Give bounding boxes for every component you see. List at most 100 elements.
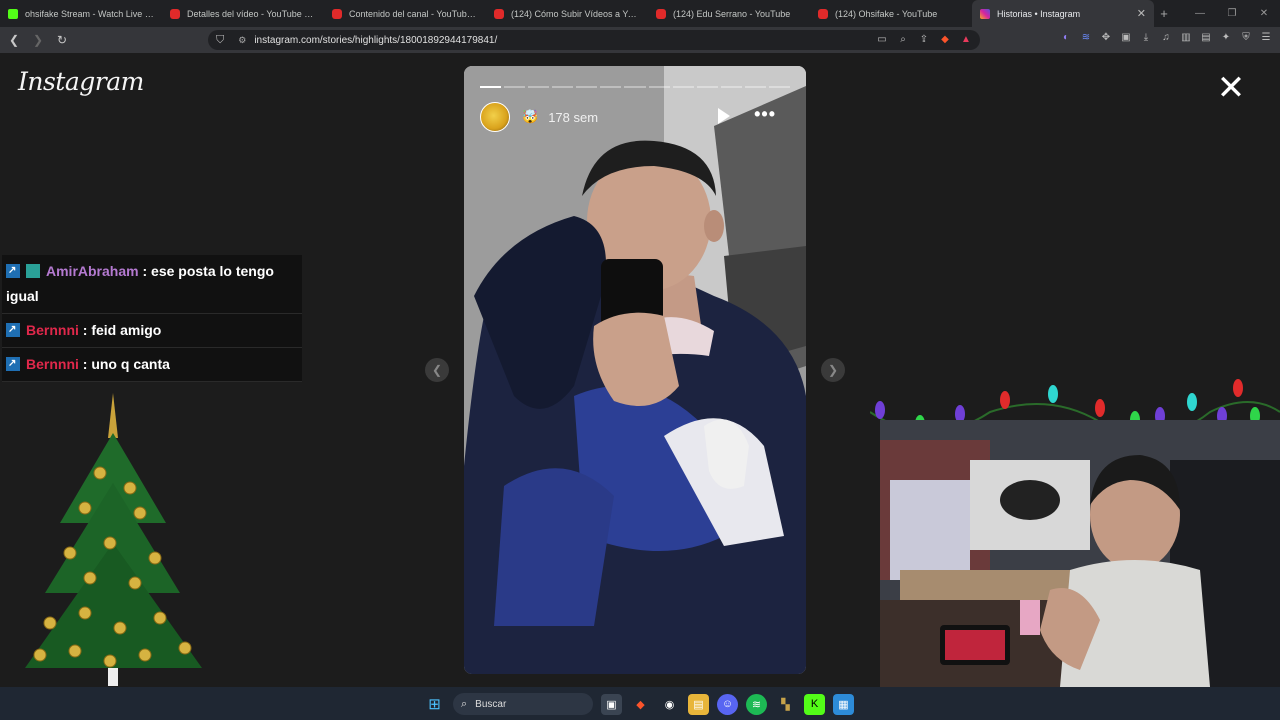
- instagram-logo[interactable]: Instagram: [18, 67, 144, 96]
- tab-edu-serrano[interactable]: (124) Edu Serrano - YouTube: [648, 0, 810, 27]
- brave-shield-icon[interactable]: ◆: [939, 34, 951, 46]
- chat-badge-icon: [6, 317, 20, 342]
- puzzle-icon[interactable]: ✥: [1100, 32, 1112, 44]
- chat-text: : feid amigo: [78, 322, 162, 338]
- extension-icons: ◐ ≋ ✥ ▣ ⤓ ♫ ▥ ▤ ✦ ⛨ ☰: [1060, 32, 1272, 44]
- discord-icon[interactable]: ☺: [717, 693, 738, 715]
- story-progress-segment: [720, 86, 742, 88]
- story-progress-segment: [672, 86, 694, 88]
- taskbar-icons: ⊞ ⌕ Buscar ▣ ◆ ◉ ▤ ☺ ≋ ▚ K ▦: [424, 693, 854, 715]
- close-stories-icon[interactable]: ✕: [1216, 71, 1246, 105]
- close-tab-icon[interactable]: ✕: [1137, 7, 1146, 20]
- windows-start-icon[interactable]: ⊞: [424, 694, 445, 715]
- tab-instagram-stories[interactable]: Historias • Instagram ✕: [972, 0, 1154, 27]
- previous-story-icon[interactable]: ❮: [425, 358, 449, 382]
- tab-title: ohsifake Stream - Watch Live on: [25, 8, 154, 19]
- extension-icon[interactable]: ▣: [1120, 32, 1132, 44]
- download-icon[interactable]: ⤓: [1140, 32, 1152, 44]
- tab-kick-stream[interactable]: ohsifake Stream - Watch Live on: [0, 0, 162, 27]
- zoom-icon[interactable]: ⌕: [897, 34, 909, 46]
- vpn-icon[interactable]: ⛨: [1240, 32, 1252, 44]
- kick-app-icon[interactable]: K: [804, 693, 825, 715]
- chat-text: : uno q canta: [78, 356, 170, 372]
- webcam-overlay: [880, 420, 1280, 687]
- story-progress-segment: [528, 86, 550, 88]
- youtube-icon: [170, 8, 180, 19]
- story-timestamp: 178 sem: [548, 109, 599, 125]
- story-progress-segment: [624, 86, 646, 88]
- url-text: instagram.com/stories/highlights/1800189…: [254, 34, 498, 46]
- reload-icon[interactable]: ↻: [52, 30, 72, 50]
- app-icon[interactable]: ▚: [775, 694, 796, 715]
- story-progress-segment: [552, 86, 574, 88]
- story-progress-segment: [576, 86, 598, 88]
- kick-icon: [8, 8, 18, 19]
- tab-title: (124) Edu Serrano - YouTube: [673, 8, 791, 19]
- tab-title: Historias • Instagram: [997, 8, 1081, 19]
- sidebar-icon[interactable]: ▥: [1180, 32, 1192, 44]
- music-icon[interactable]: ♫: [1160, 32, 1172, 44]
- story-emoji: 🤯: [522, 109, 539, 124]
- forward-icon[interactable]: ❯: [28, 30, 48, 50]
- task-view-icon[interactable]: ▣: [601, 693, 622, 715]
- youtube-icon: [818, 8, 828, 19]
- tab-how-to-upload[interactable]: (124) Cómo Subir Vídeos a YouTube: [486, 0, 648, 27]
- story-photo: [464, 66, 806, 674]
- minimize-icon[interactable]: —: [1184, 0, 1216, 27]
- youtube-icon: [332, 8, 342, 19]
- leo-icon[interactable]: ✦: [1220, 32, 1232, 44]
- story-progress-bar: [480, 86, 791, 88]
- obs-icon[interactable]: ◉: [659, 694, 680, 715]
- chat-username: AmirAbraham: [46, 263, 139, 279]
- chat-badge-icon: [26, 264, 40, 278]
- tab-channel-content[interactable]: Contenido del canal - YouTube Studi: [324, 0, 486, 27]
- brave-rewards-icon[interactable]: ▲: [960, 34, 972, 46]
- tab-title: Detalles del vídeo - YouTube Studio: [187, 8, 316, 19]
- new-tab-button[interactable]: +: [1154, 0, 1174, 27]
- tab-video-details[interactable]: Detalles del vídeo - YouTube Studio: [162, 0, 324, 27]
- next-story-icon[interactable]: ❯: [821, 358, 845, 382]
- close-window-icon[interactable]: ✕: [1248, 0, 1280, 27]
- wallet-icon[interactable]: ▤: [1200, 32, 1212, 44]
- youtube-icon: [656, 8, 666, 19]
- file-explorer-icon[interactable]: ▤: [688, 693, 709, 715]
- cast-icon[interactable]: ▭: [876, 34, 888, 46]
- address-bar-actions: ▭ ⌕ ⇪ ◆ ▲: [876, 34, 972, 46]
- story-progress-segment: [480, 86, 502, 88]
- maximize-icon[interactable]: ❐: [1216, 0, 1248, 27]
- brave-icon[interactable]: ◆: [630, 694, 651, 715]
- instagram-icon: [980, 8, 990, 19]
- window-controls: — ❐ ✕: [1184, 0, 1280, 27]
- story-header: 🤯 178 sem •••: [480, 102, 790, 132]
- youtube-icon: [494, 8, 504, 19]
- tab-title: Contenido del canal - YouTube Studi: [349, 8, 478, 19]
- taskbar-search[interactable]: ⌕ Buscar: [453, 693, 593, 715]
- play-icon[interactable]: [718, 108, 730, 124]
- spotify-icon[interactable]: ≋: [746, 693, 767, 715]
- search-label: Buscar: [475, 698, 507, 710]
- chat-badge-icon: [6, 258, 20, 283]
- tab-ohsifake-youtube[interactable]: (124) Ohsifake - YouTube: [810, 0, 972, 27]
- notepad-icon[interactable]: ▦: [833, 693, 854, 715]
- tab-strip: ohsifake Stream - Watch Live on Detalles…: [0, 0, 1280, 27]
- avatar[interactable]: [480, 102, 510, 132]
- story-viewer[interactable]: 🤯 178 sem •••: [464, 66, 806, 674]
- instagram-stories-page: Instagram ✕ ❮ ❯ 🤯 178 sem ••• ↗AmirAbrah…: [0, 53, 1280, 687]
- story-progress-segment: [696, 86, 718, 88]
- more-options-icon[interactable]: •••: [754, 104, 776, 125]
- chat-message: Bernnni : uno q canta: [2, 348, 302, 382]
- address-bar[interactable]: ⛉ ⚙ instagram.com/stories/highlights/180…: [208, 30, 980, 50]
- menu-icon[interactable]: ☰: [1260, 32, 1272, 44]
- stream-chat-overlay: AmirAbraham : ese posta lo tengo igual B…: [2, 255, 302, 382]
- story-progress-segment: [600, 86, 622, 88]
- chat-message: Bernnni : feid amigo: [2, 314, 302, 348]
- site-info-icon[interactable]: ⚙: [238, 35, 246, 46]
- chat-username: Bernnni: [26, 322, 79, 338]
- story-progress-segment: [504, 86, 526, 88]
- share-icon[interactable]: ⇪: [918, 34, 930, 46]
- extension-icon[interactable]: ≋: [1080, 32, 1092, 44]
- extension-icon[interactable]: ◐: [1060, 32, 1072, 44]
- bookmark-icon[interactable]: ⛉: [216, 34, 224, 47]
- back-icon[interactable]: ❮: [4, 30, 24, 50]
- chat-username: Bernnni: [26, 356, 79, 372]
